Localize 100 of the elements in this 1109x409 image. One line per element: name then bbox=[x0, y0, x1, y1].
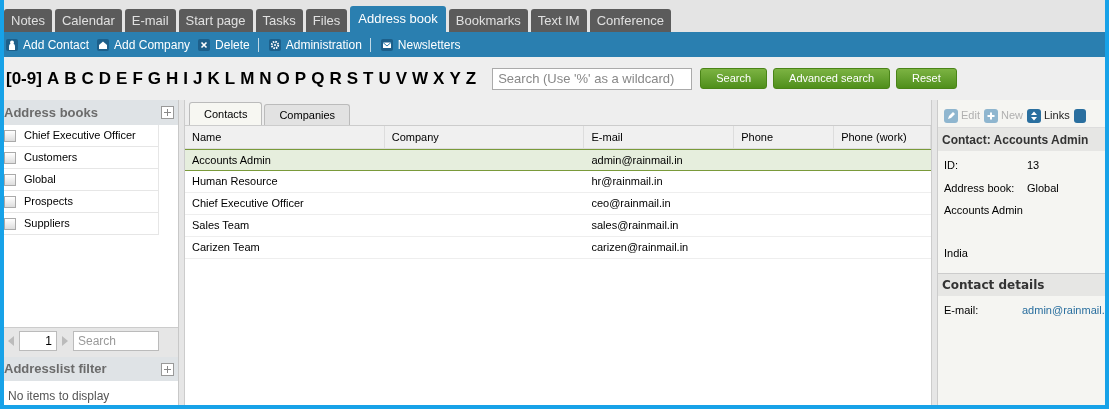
settings-icon bbox=[268, 38, 281, 51]
letter-link[interactable]: W bbox=[412, 65, 429, 92]
table-row[interactable]: Carizen Team carizen@rainmail.in bbox=[185, 237, 931, 259]
letter-link[interactable]: C bbox=[81, 65, 94, 92]
panel-title: Address books bbox=[4, 103, 98, 122]
column-header[interactable]: Company bbox=[384, 126, 585, 148]
envelope-icon bbox=[380, 38, 393, 51]
checkbox[interactable] bbox=[4, 195, 16, 208]
delete-icon bbox=[198, 38, 211, 51]
table-row[interactable]: Sales Team sales@rainmail.in bbox=[185, 215, 931, 237]
letter-link[interactable]: U bbox=[378, 65, 391, 92]
address-line: India bbox=[944, 245, 969, 261]
nav-tab[interactable]: Bookmarks bbox=[448, 9, 528, 32]
letter-link[interactable]: B bbox=[64, 65, 77, 92]
nav-tab[interactable]: Address book bbox=[350, 6, 446, 32]
section-title: Contact: Accounts Admin bbox=[938, 128, 1105, 151]
page-field[interactable]: 1 bbox=[19, 330, 57, 351]
letter-link[interactable]: I bbox=[183, 65, 188, 92]
person-icon bbox=[6, 38, 18, 51]
nav-tab[interactable]: Conference bbox=[589, 9, 671, 32]
checkbox[interactable] bbox=[4, 129, 16, 142]
table-cell-text: admin@rainmail.in bbox=[591, 152, 683, 168]
letter-link[interactable]: M bbox=[240, 65, 255, 92]
next-icon[interactable] bbox=[62, 335, 68, 346]
table-cell-text: Sales Team bbox=[192, 218, 250, 234]
letter-link[interactable]: J bbox=[193, 65, 203, 92]
letter-link[interactable]: X bbox=[433, 65, 445, 92]
table-cell-text: Carizen Team bbox=[192, 240, 260, 256]
empty-message: No items to display bbox=[7, 388, 111, 405]
toolbar-button[interactable]: Links bbox=[1027, 107, 1070, 124]
toolbar-button[interactable]: Add Contact bbox=[4, 35, 90, 54]
add-button[interactable] bbox=[161, 362, 174, 376]
field-label: Address book: bbox=[944, 180, 1016, 196]
letter-link[interactable]: N bbox=[259, 65, 272, 92]
letter-link[interactable]: [0-9] bbox=[6, 65, 42, 92]
table-cell-text: Accounts Admin bbox=[192, 152, 271, 168]
add-button[interactable] bbox=[161, 106, 174, 119]
letter-link[interactable]: Y bbox=[449, 65, 461, 92]
nav-tab[interactable]: Calendar bbox=[54, 9, 122, 32]
table-cell-text: carizen@rainmail.in bbox=[591, 240, 689, 256]
search-field[interactable]: Search (Use '%' as a wildcard) bbox=[492, 67, 693, 90]
toolbar-button[interactable]: Newsletters bbox=[378, 35, 461, 54]
table-cell-text: Human Resource bbox=[192, 174, 278, 190]
house-icon bbox=[97, 38, 110, 51]
content-tab[interactable]: Companies bbox=[264, 104, 351, 125]
section-title: Contact details bbox=[938, 273, 1105, 296]
letter-link[interactable]: H bbox=[166, 65, 179, 92]
toolbar-button[interactable]: Administration bbox=[266, 35, 362, 54]
field-label: E-mail: bbox=[944, 303, 980, 318]
column-header[interactable]: E-mail bbox=[584, 126, 735, 148]
up-down-icon bbox=[1027, 108, 1041, 123]
panel-title: Addresslist filter bbox=[4, 360, 107, 379]
checkbox[interactable] bbox=[4, 173, 16, 186]
letter-link[interactable]: Q bbox=[311, 65, 325, 92]
table-cell-text: ceo@rainmail.in bbox=[591, 196, 671, 212]
nav-tab[interactable]: E-mail bbox=[124, 9, 176, 32]
letter-link[interactable]: T bbox=[363, 65, 374, 92]
plus-icon bbox=[164, 365, 171, 373]
checkbox[interactable] bbox=[4, 217, 16, 230]
email-link[interactable]: admin@rainmail. bbox=[1022, 302, 1105, 319]
letter-link[interactable]: G bbox=[147, 65, 161, 92]
field-value: 13 bbox=[1027, 158, 1040, 173]
letter-link[interactable]: D bbox=[98, 65, 112, 92]
letter-link[interactable]: L bbox=[224, 65, 236, 92]
list-item[interactable]: Suppliers bbox=[24, 215, 70, 232]
nav-tab[interactable]: Tasks bbox=[255, 9, 303, 32]
letter-link[interactable]: F bbox=[132, 65, 143, 92]
letter-link[interactable]: A bbox=[46, 65, 60, 92]
letter-link[interactable]: K bbox=[207, 65, 220, 92]
content-tab[interactable]: Contacts bbox=[189, 102, 263, 125]
letter-link[interactable]: Z bbox=[465, 65, 477, 92]
letter-link[interactable]: O bbox=[276, 65, 290, 92]
list-item[interactable]: Global bbox=[24, 171, 56, 188]
field-value: Global bbox=[1027, 180, 1059, 196]
letter-link[interactable]: R bbox=[329, 65, 342, 92]
address-line: Accounts Admin bbox=[944, 203, 1024, 218]
list-item[interactable]: Chief Executive Officer bbox=[24, 127, 136, 144]
nav-tab[interactable]: Notes bbox=[4, 9, 52, 32]
letter-link[interactable]: E bbox=[116, 65, 128, 92]
pencil-icon bbox=[944, 108, 958, 123]
plus-icon bbox=[983, 108, 998, 123]
search-field[interactable]: Search bbox=[73, 330, 159, 351]
table-row[interactable]: Chief Executive Officer ceo@rainmail.in bbox=[185, 193, 931, 215]
previous-icon[interactable] bbox=[8, 335, 14, 346]
letter-link[interactable]: S bbox=[346, 65, 359, 92]
letter-link[interactable]: V bbox=[395, 65, 408, 92]
table-cell-text: hr@rainmail.in bbox=[591, 174, 663, 190]
table-row[interactable]: Human Resource hr@rainmail.in bbox=[185, 171, 931, 193]
column-header[interactable]: Phone bbox=[734, 126, 835, 148]
nav-tab[interactable]: Files bbox=[305, 9, 348, 32]
checkbox[interactable] bbox=[4, 151, 16, 164]
table-row[interactable]: Accounts Admin admin@rainmail.in bbox=[185, 149, 931, 171]
nav-tab[interactable]: Start page bbox=[178, 9, 253, 32]
nav-tab[interactable]: Text IM bbox=[530, 9, 587, 32]
column-header[interactable]: Name bbox=[185, 126, 385, 148]
list-item[interactable]: Prospects bbox=[24, 193, 73, 210]
list-item[interactable]: Customers bbox=[24, 149, 78, 166]
toolbar-button[interactable]: Delete bbox=[196, 35, 250, 54]
toolbar-button[interactable]: Add Company bbox=[95, 35, 191, 54]
letter-link[interactable]: P bbox=[294, 65, 307, 92]
